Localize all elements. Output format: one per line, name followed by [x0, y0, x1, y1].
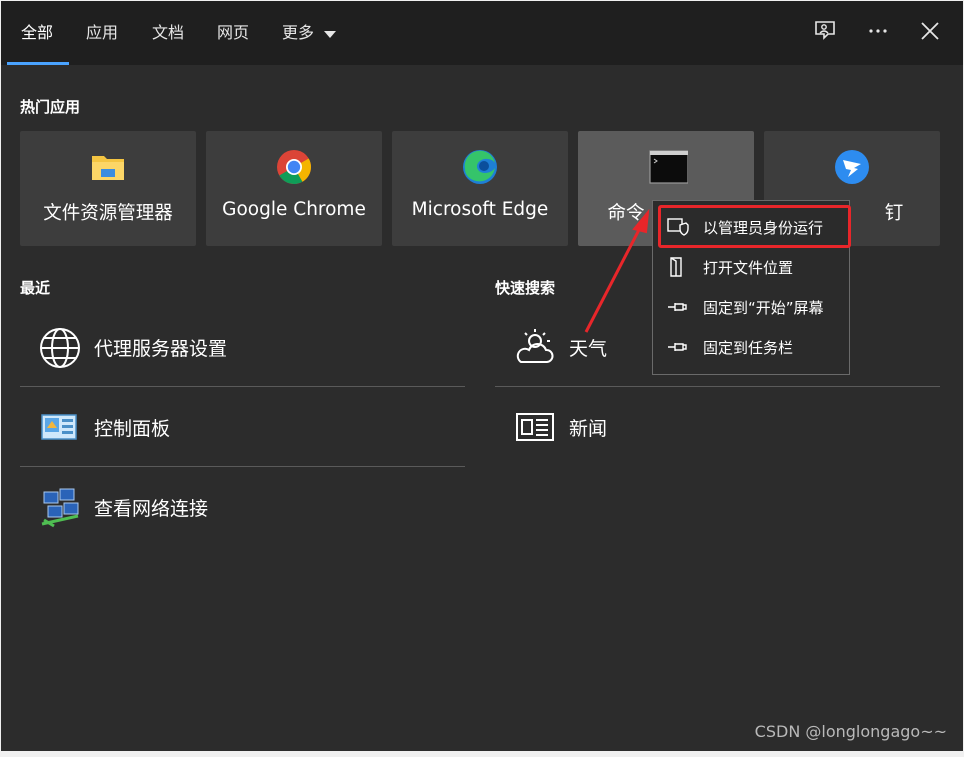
- menu-item-label: 以管理员身份运行: [703, 219, 824, 237]
- menu-item-run-as-admin[interactable]: 以管理员身份运行: [653, 207, 849, 247]
- dingtalk-icon: [834, 149, 870, 185]
- search-window: 全部 应用 文档 网页 更多 热门应用 文件资源管理器 Google Chrom…: [1, 1, 963, 751]
- menu-item-label: 打开文件位置: [703, 259, 794, 277]
- tile-file-explorer[interactable]: 文件资源管理器: [20, 131, 196, 246]
- caret-down-icon: [324, 30, 337, 38]
- control-panel-icon: [38, 406, 82, 450]
- recent-item-proxy[interactable]: 代理服务器设置: [20, 306, 465, 386]
- edge-icon: [462, 149, 498, 185]
- menu-item-label: 固定到任务栏: [703, 339, 794, 357]
- hot-apps-title: 热门应用: [20, 98, 81, 116]
- quick-search-title: 快速搜索: [495, 279, 556, 297]
- tile-label: 钉: [884, 203, 904, 224]
- shield-icon: [667, 217, 689, 237]
- active-tab-indicator: [7, 62, 69, 65]
- context-menu: 以管理员身份运行 打开文件位置 固定到“开始”屏幕 固定到任务栏: [652, 200, 850, 375]
- watermark: CSDN @longlongago~~: [754, 722, 947, 741]
- tab-more-label: 更多: [282, 23, 315, 42]
- pin-icon: [667, 297, 689, 317]
- recent-item-network[interactable]: 查看网络连接: [20, 466, 465, 546]
- tile-label: 文件资源管理器: [43, 203, 173, 224]
- recent-item-label: 代理服务器设置: [94, 338, 228, 360]
- news-icon: [513, 406, 557, 450]
- chrome-icon: [276, 149, 312, 185]
- tab-all[interactable]: 全部: [21, 21, 53, 45]
- terminal-icon: [648, 149, 689, 185]
- quick-item-news[interactable]: 新闻: [495, 386, 940, 466]
- tile-label: Google Chrome: [222, 199, 366, 220]
- close-icon[interactable]: [918, 19, 942, 43]
- tile-microsoft-edge[interactable]: Microsoft Edge: [392, 131, 568, 246]
- pin-icon: [667, 337, 689, 357]
- more-options-icon[interactable]: [866, 19, 890, 43]
- tile-google-chrome[interactable]: Google Chrome: [206, 131, 382, 246]
- tab-apps[interactable]: 应用: [86, 21, 118, 45]
- menu-item-pin-to-taskbar[interactable]: 固定到任务栏: [653, 327, 849, 367]
- top-nav: 全部 应用 文档 网页 更多: [1, 1, 963, 65]
- file-location-icon: [667, 257, 689, 277]
- menu-item-open-file-location[interactable]: 打开文件位置: [653, 247, 849, 287]
- recent-item-control-panel[interactable]: 控制面板: [20, 386, 465, 466]
- tab-more[interactable]: 更多: [282, 21, 337, 45]
- quick-item-label: 天气: [569, 338, 608, 360]
- menu-item-label: 固定到“开始”屏幕: [703, 299, 824, 317]
- quick-item-label: 新闻: [569, 418, 608, 440]
- recent-item-label: 查看网络连接: [94, 498, 209, 520]
- menu-item-pin-to-start[interactable]: 固定到“开始”屏幕: [653, 287, 849, 327]
- weather-icon: [513, 326, 557, 370]
- folder-icon: [90, 149, 126, 185]
- recent-title: 最近: [20, 279, 51, 297]
- recent-item-label: 控制面板: [94, 418, 171, 440]
- globe-icon: [38, 326, 82, 370]
- tab-web[interactable]: 网页: [217, 21, 249, 45]
- tab-documents[interactable]: 文档: [152, 21, 184, 45]
- feedback-icon[interactable]: [813, 19, 837, 43]
- network-icon: [38, 486, 82, 530]
